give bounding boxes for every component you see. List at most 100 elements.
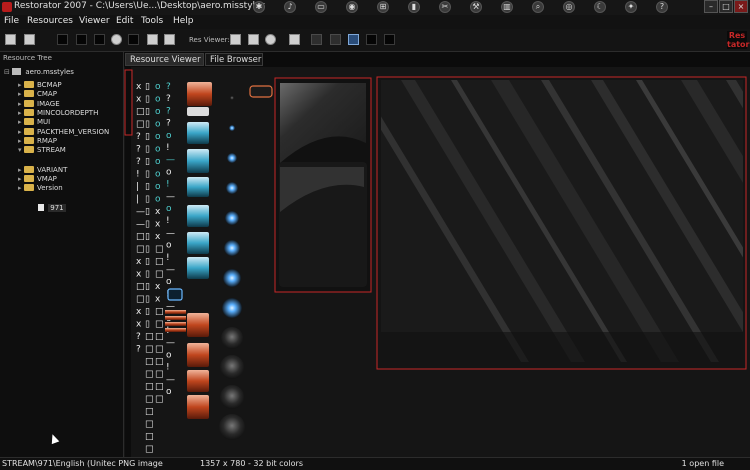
compass-icon[interactable]: ✦ [625,1,637,13]
minimize-button[interactable]: – [704,0,718,13]
save-icon[interactable] [76,34,87,45]
black-square-icon[interactable] [57,34,68,45]
toolbar: Res Viewer: [0,29,750,52]
folder-icon [24,81,34,88]
menu-file[interactable]: File [4,16,19,26]
glyph-3-11: ! [166,216,170,226]
glyph-1-18: ▯ [145,307,150,317]
tab-resource-viewer[interactable]: Resource Viewer [125,53,204,66]
keyboard-icon[interactable] [230,34,241,45]
tree-item-stream[interactable]: ▾ STREAM [18,146,66,156]
moon-icon[interactable]: ☾ [594,1,606,13]
glyph-2-15: □ [155,270,164,280]
glyph-0-21: ? [136,345,141,355]
bar-2 [187,122,209,144]
gamepad-icon[interactable]: ◉ [346,1,358,13]
tree-root[interactable]: ⊟ aero.msstyles [4,68,74,78]
orb-4 [225,211,239,225]
help-icon[interactable]: ? [656,1,668,13]
tab-file-browser[interactable]: File Browser [205,53,263,66]
menu-tools[interactable]: Tools [141,16,163,26]
glyph-3-21: — [166,338,175,348]
glyph-1-16: ▯ [145,282,150,292]
menu-help[interactable]: Help [173,16,194,26]
glyph-0-7: ! [136,170,140,180]
copy-icon[interactable] [147,34,158,45]
glyph-1-1: ▯ [145,95,150,105]
orb-column [219,96,245,440]
target-icon[interactable]: ◎ [563,1,575,13]
resource-dialog-icon[interactable] [289,34,300,45]
resource-tree-panel: Resource Tree ⊟ aero.msstyles ▸ BCMAP ▸ CMA… [0,52,124,457]
monitor-icon[interactable]: ▭ [315,1,327,13]
glyph-3-25: o [166,387,172,397]
folder-icon [24,166,34,173]
glyph-0-9: | [136,195,139,205]
menu-resources[interactable]: Resources [27,16,73,26]
arrow-down-icon[interactable] [330,34,341,45]
orb-0 [230,96,234,100]
glyph-3-7: o [166,167,172,177]
glyph-2-1: o [155,95,161,105]
move-icon[interactable] [348,34,359,45]
arrow-up-icon[interactable] [311,34,322,45]
folder-icon [24,128,34,135]
glyph-1-15: ▯ [145,270,150,280]
status-bar: STREAM\971\English (Unitec PNG image 135… [0,457,750,470]
glyph-1-12: ▯ [145,232,150,242]
glyph-0-1: x [136,95,142,105]
glyph-1-24: □ [145,382,154,392]
hex-icon[interactable] [248,34,259,45]
bell-icon[interactable]: ♪ [284,1,296,13]
trash-icon[interactable]: ▥ [501,1,513,13]
new-file-icon[interactable] [5,34,16,45]
glyph-1-9: ▯ [145,195,150,205]
glyph-3-12: — [166,228,175,238]
glyph-1-25: □ [145,395,154,405]
glyph-3-6: — [166,155,175,165]
tree-item-cmap[interactable]: ▸ CMAP [18,90,57,100]
menu-edit[interactable]: Edit [116,16,133,26]
bar-8 [187,313,209,337]
windows-icon[interactable]: ⊞ [377,1,389,13]
tree-item-label: BCMAP [37,81,62,89]
glyph-0-13: □ [136,245,145,255]
stack-icon[interactable] [164,34,175,45]
resource-viewer: x x □ □???! | | — — □ □ x x □ □ x x?? ▯ ▯ ▯ ▯ ▯ ▯ ▯ ▯ ▯ ▯ ▯ ▯ ▯ ▯ ▯ ▯ ▯ ▯… [124,67,750,457]
tree-item-label: IMAGE [37,100,60,108]
zoom-icon[interactable]: ⌕ [532,1,544,13]
battery-icon[interactable]: ▮ [408,1,420,13]
glyph-1-29: □ [145,445,154,455]
resource-tree-title: Resource Tree [3,54,52,62]
cut-icon[interactable]: ✂ [439,1,451,13]
tree-item-mui[interactable]: ▸ MUI [18,118,50,128]
glyph-0-12: □ [136,232,145,242]
document-icon[interactable] [384,34,395,45]
maximize-button[interactable]: □ [719,0,733,13]
glyph-2-8: o [155,182,161,192]
tree-leaf-971[interactable]: 971 [38,204,66,212]
glyph-0-2: □ [136,107,145,117]
logo-line-2: tator [727,40,750,49]
menu-viewer[interactable]: Viewer [79,16,110,26]
glyph-1-13: ▯ [145,245,150,255]
folder-icon[interactable] [94,34,105,45]
search-icon[interactable] [111,34,122,45]
tree-item-version[interactable]: ▸ Version [18,184,63,194]
record-icon[interactable] [265,34,276,45]
window-title: Restorator 2007 - C:\Users\Ue...\Desktop… [14,1,266,11]
glyph-1-26: □ [145,407,154,417]
glyph-3-1: ? [166,94,171,104]
glyph-3-8: ! [166,180,170,190]
bar-1 [187,107,209,116]
glyph-1-6: ▯ [145,157,150,167]
open-folder-icon[interactable] [24,34,35,45]
close-button[interactable]: × [734,0,748,13]
glyph-1-0: ▯ [145,82,150,92]
export-icon[interactable] [128,34,139,45]
settings-icon[interactable]: ✱ [253,1,265,13]
check-icon[interactable] [366,34,377,45]
hammer-icon[interactable]: ⚒ [470,1,482,13]
orb-9 [220,355,244,379]
status-open-files: 1 open file [681,459,724,468]
